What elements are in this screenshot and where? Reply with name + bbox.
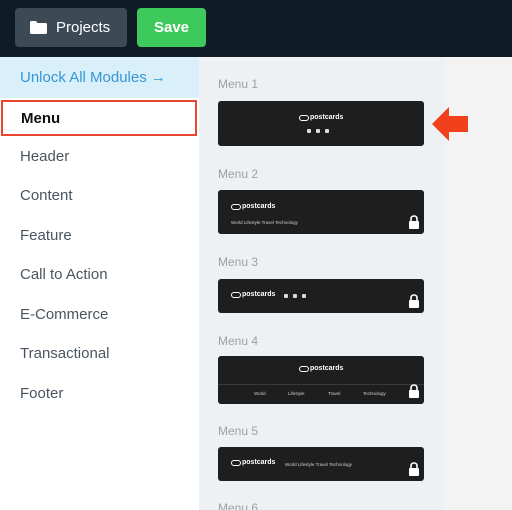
menu-4-nav-travel: Travel bbox=[328, 391, 341, 396]
twitter-icon bbox=[316, 129, 320, 133]
module-category-sidebar: Unlock All Modules → Menu Header Content… bbox=[0, 57, 199, 510]
save-button[interactable]: Save bbox=[137, 8, 206, 47]
lock-icon bbox=[409, 294, 419, 308]
menu-4-nav-world: World bbox=[254, 391, 266, 396]
menu-4-nav-lifestyle: Lifestyle bbox=[288, 391, 305, 396]
facebook-icon bbox=[307, 129, 311, 133]
facebook-icon bbox=[284, 294, 288, 298]
menu-2-label: Menu 2 bbox=[218, 167, 259, 181]
folder-icon bbox=[30, 21, 47, 34]
menu-5-nav-links: World Lifestyle Travel Technology bbox=[285, 462, 352, 467]
postcards-mark-icon bbox=[299, 365, 309, 372]
postcards-mark-icon bbox=[299, 114, 309, 121]
postcards-logo: postcards bbox=[231, 459, 275, 466]
projects-label: Projects bbox=[56, 19, 111, 36]
menu-1-label: Menu 1 bbox=[218, 77, 259, 91]
postcards-logo: postcards bbox=[231, 291, 275, 298]
red-arrow-pointer-icon bbox=[432, 107, 468, 141]
instagram-icon bbox=[302, 294, 306, 298]
top-toolbar: Projects Save bbox=[0, 0, 512, 57]
menu-5-label: Menu 5 bbox=[218, 424, 259, 438]
postcards-mark-icon bbox=[231, 203, 241, 210]
unlock-all-modules-link[interactable]: Unlock All Modules → bbox=[0, 57, 199, 98]
menu-2-thumbnail[interactable]: postcards World Lifestyle Travel Technol… bbox=[218, 190, 424, 234]
module-thumbnail-panel: Menu 1 postcards Menu 2 postcards World … bbox=[199, 57, 445, 510]
lock-icon bbox=[409, 215, 419, 229]
sidebar-item-header[interactable]: Header bbox=[0, 138, 199, 174]
postcards-mark-icon bbox=[231, 291, 241, 298]
menu-4-thumbnail[interactable]: postcards World Lifestyle Travel Technol… bbox=[218, 356, 424, 404]
menu-3-label: Menu 3 bbox=[218, 255, 259, 269]
social-icons bbox=[284, 294, 306, 298]
postcards-logo: postcards bbox=[299, 365, 343, 372]
menu-3-thumbnail[interactable]: postcards bbox=[218, 279, 424, 313]
lock-icon bbox=[409, 462, 419, 476]
menu-4-label: Menu 4 bbox=[218, 334, 259, 348]
postcards-logo: postcards bbox=[231, 203, 275, 210]
menu-4-divider bbox=[218, 384, 424, 385]
twitter-icon bbox=[293, 294, 297, 298]
menu-6-label: Menu 6 bbox=[218, 501, 259, 510]
sidebar-item-call-to-action[interactable]: Call to Action bbox=[0, 256, 199, 292]
menu-1-thumbnail[interactable]: postcards bbox=[218, 101, 424, 146]
instagram-icon bbox=[325, 129, 329, 133]
sidebar-item-transactional[interactable]: Transactional bbox=[0, 335, 199, 371]
projects-button[interactable]: Projects bbox=[15, 8, 127, 47]
sidebar-item-feature[interactable]: Feature bbox=[0, 217, 199, 253]
sidebar-item-menu[interactable]: Menu bbox=[1, 100, 197, 136]
lock-icon bbox=[409, 384, 419, 398]
menu-2-nav-links: World Lifestyle Travel Technology bbox=[231, 220, 298, 225]
sidebar-item-footer[interactable]: Footer bbox=[0, 375, 199, 411]
menu-5-thumbnail[interactable]: postcards World Lifestyle Travel Technol… bbox=[218, 447, 424, 481]
postcards-logo: postcards bbox=[299, 114, 343, 121]
postcards-mark-icon bbox=[231, 459, 241, 466]
menu-4-nav-technology: Technology bbox=[363, 391, 386, 396]
sidebar-item-e-commerce[interactable]: E-Commerce bbox=[0, 296, 199, 332]
social-icons bbox=[307, 129, 329, 133]
sidebar-item-content[interactable]: Content bbox=[0, 177, 199, 213]
